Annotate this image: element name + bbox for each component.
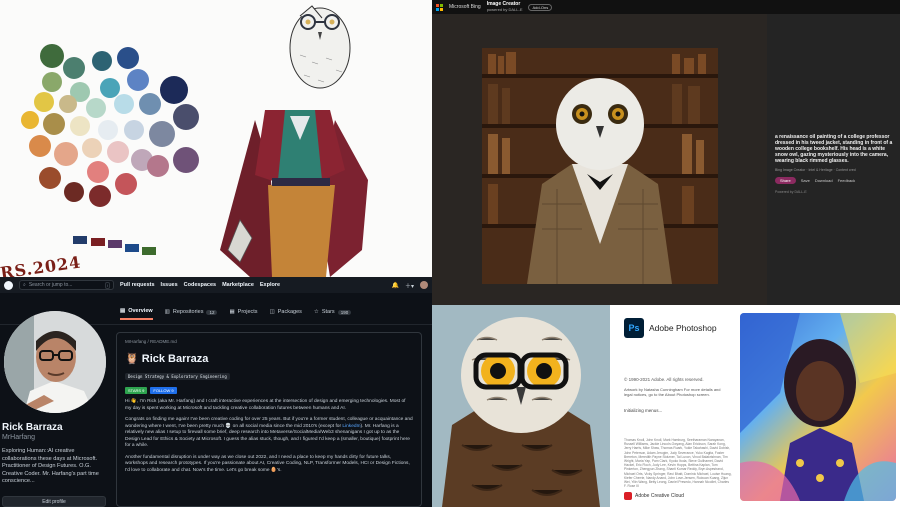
owl-sketch-illustration xyxy=(21,5,368,277)
photoshop-info-card: Ps Adobe Photoshop © 1990-2021 Adobe. Al… xyxy=(622,313,740,503)
readme-paragraph-collab: Another fundamental disruption is under … xyxy=(125,454,410,473)
generated-image-viewer xyxy=(432,14,767,305)
tab-projects-label: Projects xyxy=(237,309,258,315)
image-metadata: Bing Image Creator · Intel & Heritage · … xyxy=(775,168,856,172)
profile-tabs: ▤ Overview ▥ Repositories 12 ▦ Projects ◫ Pac… xyxy=(120,305,352,323)
github-header: ⌕ Search or jump to... / Pull requests I… xyxy=(0,277,432,293)
download-button[interactable]: Download xyxy=(815,178,833,183)
edit-profile-button[interactable]: Edit profile xyxy=(2,496,106,507)
follow-badge-count: 9 xyxy=(171,388,174,393)
readme-path[interactable]: MrHarfang / README.md xyxy=(125,339,413,344)
tab-packages[interactable]: ◫ Packages xyxy=(270,309,302,319)
bing-header: Microsoft Bing Image Creator powered by … xyxy=(432,0,900,14)
search-placeholder: Search or jump to... xyxy=(28,282,73,288)
tab-projects[interactable]: ▦ Projects xyxy=(229,309,257,319)
splash-portrait-illustration xyxy=(740,313,896,501)
readme-paragraph-history: Congrats on finding me again! I've been … xyxy=(125,417,413,450)
microsoft-logo-icon xyxy=(436,3,443,11)
owl-character xyxy=(220,5,368,277)
readme-paragraph-intro: Hi 👋, I'm Rick (aka Mr. Harfang) and I c… xyxy=(125,399,406,411)
add-ons-button[interactable]: Add-Ons xyxy=(528,3,553,11)
search-icon: ⌕ xyxy=(23,282,26,288)
bing-brand[interactable]: Microsoft Bing xyxy=(449,4,481,10)
linkedin-link[interactable]: LinkedIn xyxy=(342,424,360,429)
profile-username: MrHarfang xyxy=(2,434,36,441)
profile-readme: MrHarfang / README.md 🦉 Rick Barraza Des… xyxy=(116,332,422,507)
owl-professor-painting[interactable] xyxy=(432,14,767,305)
splash-artwork xyxy=(740,313,896,501)
readme-badges: STARS 9 FOLLOW 9 xyxy=(125,387,413,394)
collage: RS.2024 Microsoft Bing Image Creator pow… xyxy=(0,0,900,507)
tab-overview-label: Overview xyxy=(128,308,153,314)
nav-explore[interactable]: Explore xyxy=(260,282,280,288)
color-palette xyxy=(21,44,199,255)
stars-count: 190 xyxy=(337,309,352,315)
copyright-text: © 1990-2021 Adobe. All rights reserved. xyxy=(624,377,704,382)
repositories-count: 12 xyxy=(206,309,218,315)
stars-badge[interactable]: STARS 9 xyxy=(125,387,148,394)
image-prompt-text: a renaissance oil painting of a college … xyxy=(775,134,893,164)
share-button[interactable]: Share xyxy=(775,177,796,184)
star-icon: ☆ xyxy=(313,309,319,315)
stars-badge-label: STARS xyxy=(128,388,142,393)
profile-name: Rick Barraza xyxy=(2,422,63,433)
stars-badge-count: 9 xyxy=(142,388,145,393)
header-right-tools: 🔔 ＋▾ xyxy=(392,281,428,290)
user-menu-avatar[interactable] xyxy=(420,281,428,289)
search-shortcut-key: / xyxy=(104,281,110,289)
image-creator-title[interactable]: Image Creator powered by DALL-E xyxy=(486,2,523,13)
image-details-panel: a renaissance oil painting of a college … xyxy=(767,14,900,305)
tab-overview[interactable]: ▤ Overview xyxy=(120,308,153,320)
github-profile-window: ⌕ Search or jump to... / Pull requests I… xyxy=(0,277,432,507)
team-credits: Thomas Knoll, John Knoll, Mark Hamburg, … xyxy=(624,438,732,489)
feedback-button[interactable]: Feedback xyxy=(838,178,856,183)
notifications-icon[interactable]: 🔔 xyxy=(392,282,399,289)
readme-title: 🦉 Rick Barraza xyxy=(125,353,209,365)
repo-icon: ▥ xyxy=(164,309,170,315)
tab-repositories-label: Repositories xyxy=(172,309,204,315)
book-icon: ▤ xyxy=(120,308,126,314)
project-icon: ▦ xyxy=(229,309,235,315)
owl-with-glasses-illustration xyxy=(432,305,610,507)
readme-subtitle: Design Strategy & Exploratory Engineerin… xyxy=(125,373,230,380)
tab-repositories[interactable]: ▥ Repositories 12 xyxy=(165,309,218,319)
create-new-icon[interactable]: ＋▾ xyxy=(405,281,414,290)
nav-codespaces[interactable]: Codespaces xyxy=(184,282,216,288)
image-creator-sublabel: powered by DALL-E xyxy=(486,7,523,12)
tab-packages-label: Packages xyxy=(277,309,302,315)
bing-image-creator-window: Microsoft Bing Image Creator powered by … xyxy=(432,0,900,305)
photoshop-logo-icon: Ps xyxy=(624,318,644,338)
follow-badge-label: FOLLOW xyxy=(153,388,171,393)
nav-pull-requests[interactable]: Pull requests xyxy=(120,282,155,288)
photoshop-splash-screen: Ps Adobe Photoshop © 1990-2021 Adobe. Al… xyxy=(610,305,900,507)
search-input[interactable]: ⌕ Search or jump to... / xyxy=(19,280,114,290)
photoshop-product-name: Adobe Photoshop xyxy=(649,323,717,333)
profile-photo xyxy=(4,311,106,413)
tab-stars-label: Stars xyxy=(321,309,335,315)
owl-portrait-artwork xyxy=(432,305,610,507)
sketch-artwork-panel: RS.2024 xyxy=(0,0,432,277)
powered-by-label: Powered by DALL-E xyxy=(775,190,807,194)
image-actions: Share Save Download Feedback xyxy=(775,177,894,184)
loading-status: Initializing menus... xyxy=(624,408,663,413)
github-logo-icon[interactable] xyxy=(4,280,13,290)
package-icon: ◫ xyxy=(269,309,275,315)
save-button[interactable]: Save xyxy=(801,178,810,183)
artwork-credit: Artwork by Natasha Cunningham For more d… xyxy=(624,387,721,397)
creative-cloud-label: Adobe Creative Cloud xyxy=(635,493,684,499)
profile-bio: Exploring Human::AI creative collaborati… xyxy=(2,448,99,484)
nav-issues[interactable]: Issues xyxy=(161,282,178,288)
profile-avatar[interactable] xyxy=(4,311,106,413)
creative-cloud-icon xyxy=(624,492,632,500)
follow-badge[interactable]: FOLLOW 9 xyxy=(150,387,177,394)
tab-stars[interactable]: ☆ Stars 190 xyxy=(313,309,352,319)
creative-cloud-brand: Adobe Creative Cloud xyxy=(624,492,684,500)
nav-marketplace[interactable]: Marketplace xyxy=(222,282,254,288)
